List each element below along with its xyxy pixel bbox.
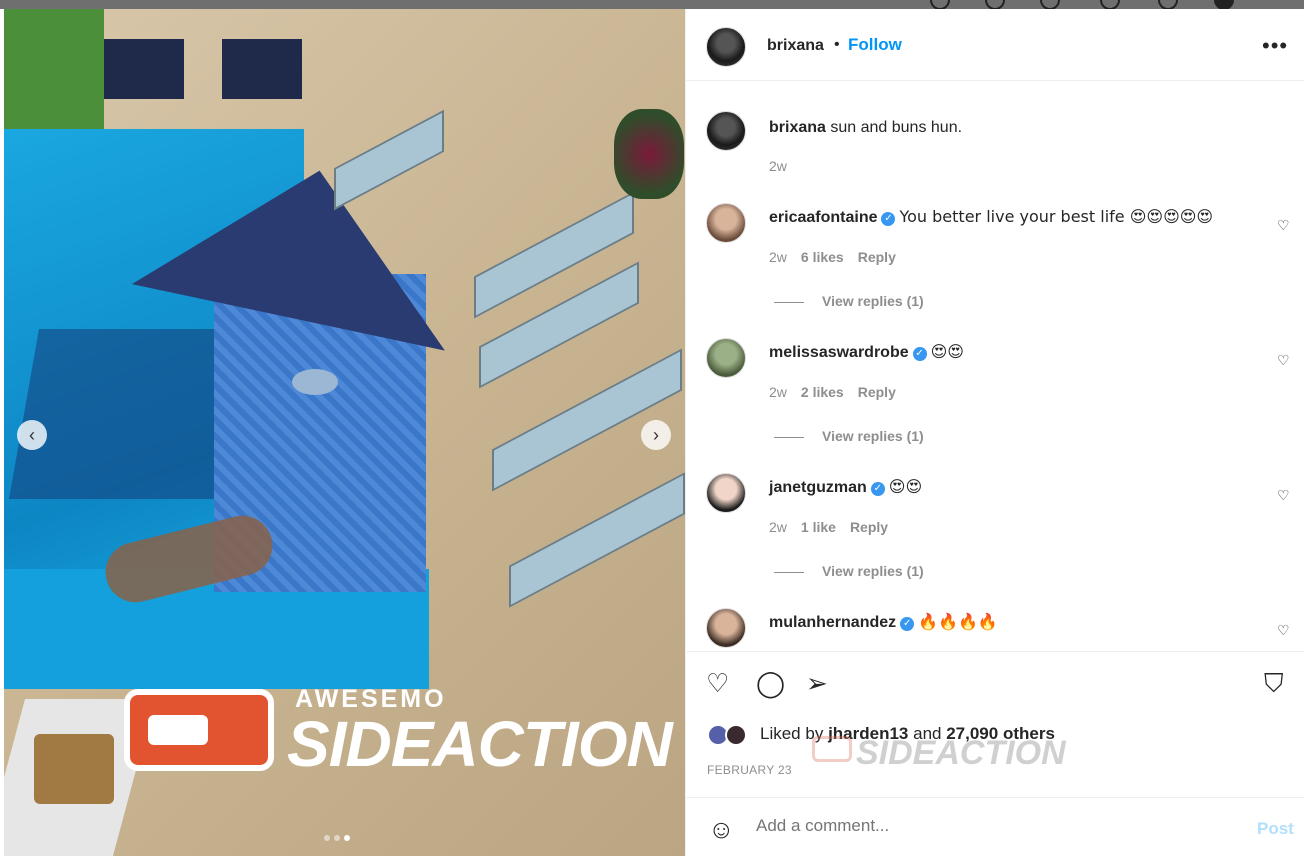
comment-body: 😍😍 [930, 342, 964, 361]
watermark-big: SIDEACTION [287, 708, 673, 780]
avatar[interactable] [706, 473, 746, 513]
caption-time: 2w [769, 158, 787, 174]
comment-likes[interactable]: 6 likes [801, 249, 844, 265]
comment-text: ericaafontaine ✓ You better live your best… [769, 207, 1213, 227]
comment-time: 2w [769, 249, 787, 265]
comments-list: brixana sun and buns hun. 2w ericaafonta… [686, 81, 1304, 651]
comment-username[interactable]: melissaswardrobe [769, 344, 909, 361]
add-comment-bar: ☺ Post [686, 797, 1304, 856]
follow-button[interactable]: Follow [848, 35, 902, 55]
comment-likes[interactable]: 2 likes [801, 384, 844, 400]
comment-username[interactable]: mulanhernandez [769, 614, 896, 631]
avatar[interactable] [706, 111, 746, 151]
carousel-dot-active [344, 835, 350, 841]
comment-input[interactable] [756, 816, 1216, 836]
umbrella-base [292, 369, 338, 395]
emoji-smile-icon[interactable]: ☺ [708, 814, 735, 845]
comment-text: janetguzman ✓ 😍😍 [769, 477, 922, 497]
author-avatar[interactable] [706, 27, 746, 67]
comment-text: mulanhernandez ✓ 🔥🔥🔥🔥 [769, 612, 998, 632]
post-actions: ♡ ◯ ➢ ⛉ Liked by jharden13 and 27,090 ot… [686, 651, 1304, 797]
browser-top-bar [0, 0, 1304, 10]
like-heart-icon[interactable]: ♡ [706, 668, 729, 699]
share-send-icon[interactable]: ➢ [806, 668, 828, 699]
reply-button[interactable]: Reply [858, 249, 896, 265]
watermark-ghost-hand [812, 736, 852, 762]
plant [614, 109, 684, 199]
reply-button[interactable]: Reply [850, 519, 888, 535]
watermark-ghost: SIDEACTION [856, 734, 1066, 772]
bookmark-icon[interactable]: ⛉ [1264, 668, 1284, 700]
view-replies-button[interactable]: View replies (1) [774, 563, 924, 579]
carousel-dots [324, 835, 350, 841]
caption-text: brixana sun and buns hun. [769, 119, 962, 137]
umbrella-shadow [9, 329, 249, 499]
post-side-panel: brixana • Follow ••• brixana sun and bun… [685, 9, 1304, 856]
comment-time: 2w [769, 384, 787, 400]
comment-text: melissaswardrobe ✓ 😍😍 [769, 342, 964, 362]
caption-username[interactable]: brixana [769, 119, 826, 136]
next-photo-button[interactable]: › [641, 420, 671, 450]
lounge-sofa [222, 39, 302, 99]
reply-button[interactable]: Reply [858, 384, 896, 400]
post-photo: ‹ › AWESEMO SIDEACTION [4, 9, 685, 856]
comment-time: 2w [769, 519, 787, 535]
header-separator: • [834, 36, 840, 53]
comment-body: You better live your best life 😍😍😍😍😍 [899, 207, 1214, 226]
post-header: brixana • Follow ••• [686, 9, 1304, 81]
comment-meta: 2w 1 like Reply [769, 519, 888, 535]
lounge-sofa [104, 39, 184, 99]
like-comment-heart-icon[interactable]: ♡ [1277, 352, 1290, 369]
verified-badge-icon: ✓ [900, 617, 915, 631]
comment-body: 😍😍 [888, 477, 923, 496]
comment-username[interactable]: ericaafontaine [769, 209, 877, 226]
watermark-hand-logo [124, 689, 274, 771]
comment-username[interactable]: janetguzman [769, 479, 867, 496]
caption-body: sun and buns hun. [830, 119, 963, 136]
verified-badge-icon: ✓ [881, 212, 896, 226]
carousel-dot [324, 835, 330, 841]
verified-badge-icon: ✓ [912, 347, 927, 361]
tote-bag [34, 734, 114, 804]
comment-meta: 2w 6 likes Reply [769, 249, 896, 265]
post-date[interactable]: FEBRUARY 23 [707, 763, 792, 777]
comment-likes[interactable]: 1 like [801, 519, 836, 535]
comment-bubble-icon[interactable]: ◯ [756, 668, 785, 699]
author-username[interactable]: brixana [767, 37, 824, 55]
like-comment-heart-icon[interactable]: ♡ [1277, 487, 1290, 504]
comment-body: 🔥🔥🔥🔥 [918, 612, 998, 631]
like-comment-heart-icon[interactable]: ♡ [1277, 217, 1290, 234]
view-replies-button[interactable]: View replies (1) [774, 428, 924, 444]
previous-photo-button[interactable]: ‹ [17, 420, 47, 450]
carousel-dot [334, 835, 340, 841]
post-comment-button[interactable]: Post [1257, 819, 1294, 839]
avatar[interactable] [706, 203, 746, 243]
more-horizontal-icon[interactable]: ••• [1262, 33, 1288, 59]
view-replies-button[interactable]: View replies (1) [774, 293, 924, 309]
comment-meta: 2w 2 likes Reply [769, 384, 896, 400]
verified-badge-icon: ✓ [870, 482, 885, 496]
avatar[interactable] [706, 338, 746, 378]
like-comment-heart-icon[interactable]: ♡ [1277, 622, 1290, 639]
avatar[interactable] [706, 608, 746, 648]
liker-avatar[interactable] [725, 724, 747, 746]
